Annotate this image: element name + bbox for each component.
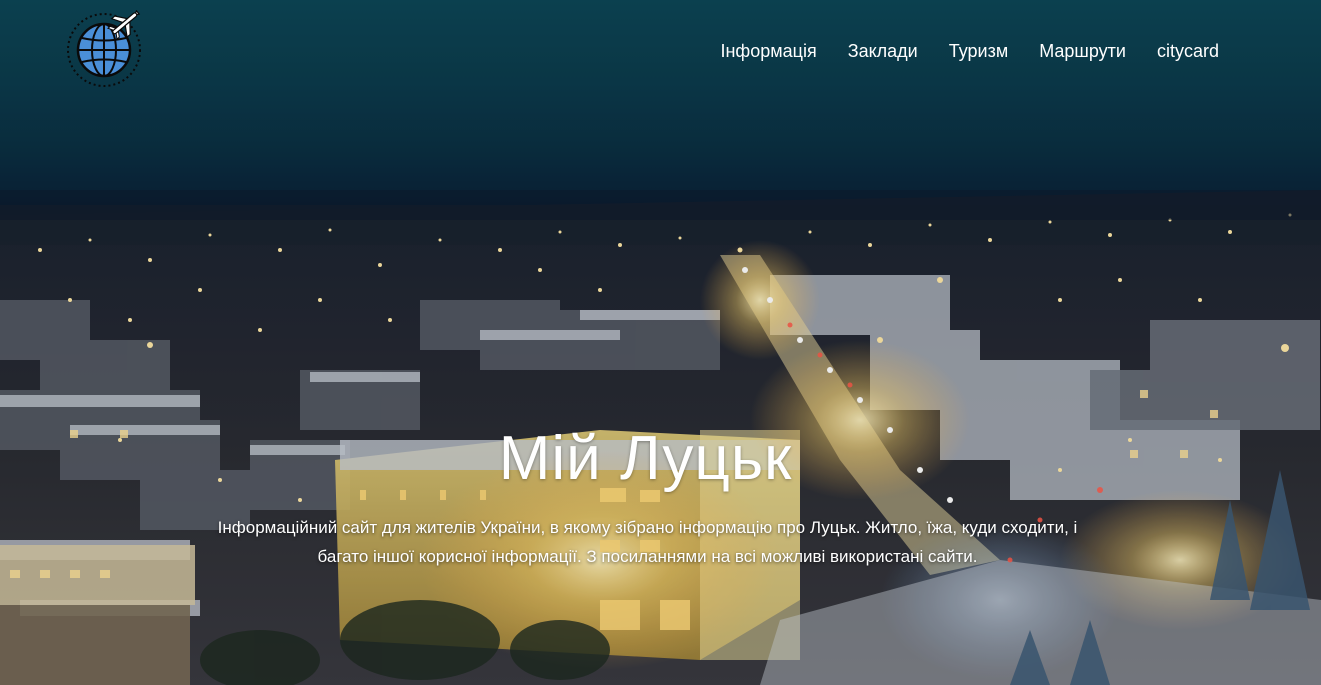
hero-section: Інформація Заклади Туризм Маршрути cityc… (0, 0, 1321, 685)
main-menu: Інформація Заклади Туризм Маршрути cityc… (689, 40, 1219, 62)
nav-link-citycard[interactable]: citycard (1157, 40, 1219, 62)
globe-airplane-icon (67, 9, 141, 87)
page-title: Мій Луцьк (498, 424, 793, 493)
nav-link-tourism[interactable]: Туризм (949, 40, 1008, 62)
logo-link[interactable] (66, 9, 146, 88)
top-navigation: Інформація Заклади Туризм Маршрути cityc… (0, 0, 1321, 100)
page-subtitle: Інформаційний сайт для жителів України, … (217, 518, 1078, 566)
nav-link-establishments[interactable]: Заклади (848, 40, 918, 62)
nav-link-routes[interactable]: Маршрути (1039, 40, 1126, 62)
night-city-background-image (0, 0, 1321, 685)
nav-link-information[interactable]: Інформація (720, 40, 816, 62)
